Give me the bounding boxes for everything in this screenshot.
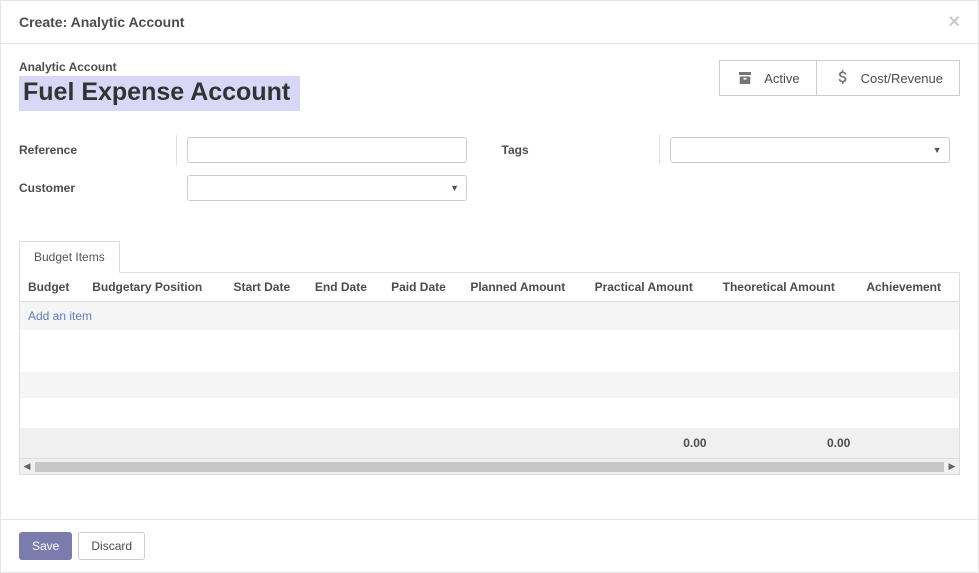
add-item-link[interactable]: Add an item [28,309,92,323]
customer-label: Customer [19,173,177,203]
form-grid: Reference Customer ▼ [19,135,960,211]
discard-button[interactable]: Discard [78,532,145,560]
reference-label: Reference [19,135,177,165]
scroll-right-icon[interactable]: ▶ [945,461,959,472]
budget-table-wrap: Budget Budgetary Position Start Date End… [19,273,960,475]
reference-input[interactable] [187,137,467,163]
tags-row: Tags ▼ [502,135,961,165]
th-paid-date[interactable]: Paid Date [383,273,462,302]
th-budgetary-position[interactable]: Budgetary Position [84,273,225,302]
spacer-row [20,398,960,428]
add-item-row: Add an item [20,302,960,331]
th-budget[interactable]: Budget [20,273,84,302]
archive-icon [736,69,754,87]
table-header-row: Budget Budgetary Position Start Date End… [20,273,960,302]
customer-select[interactable] [187,175,467,201]
save-button[interactable]: Save [19,532,72,560]
reference-row: Reference [19,135,478,165]
top-row: Analytic Account Fuel Expense Account Ac… [19,60,960,111]
tabs: Budget Items [19,241,960,273]
total-theoretical: 0.00 [715,428,859,458]
scroll-left-icon[interactable]: ◀ [20,461,34,472]
account-block: Analytic Account Fuel Expense Account [19,60,300,111]
form-col-right: Tags ▼ [502,135,961,211]
tags-label: Tags [502,135,660,165]
form-col-left: Reference Customer ▼ [19,135,478,211]
dialog-footer: Save Discard [1,519,978,572]
budget-table: Budget Budgetary Position Start Date End… [20,273,960,458]
th-achievement[interactable]: Achievement [858,273,960,302]
th-practical-amount[interactable]: Practical Amount [587,273,715,302]
cost-revenue-label: Cost/Revenue [861,71,943,86]
dollar-icon [833,69,851,87]
account-label: Analytic Account [19,60,300,74]
active-label: Active [764,71,799,86]
th-theoretical-amount[interactable]: Theoretical Amount [715,273,859,302]
scroll-thumb[interactable] [35,462,944,472]
active-button[interactable]: Active [720,61,815,95]
dialog-header: Create: Analytic Account × [1,1,978,44]
th-planned-amount[interactable]: Planned Amount [462,273,586,302]
dialog-title: Create: Analytic Account [19,14,184,30]
close-icon[interactable]: × [948,12,960,32]
spacer-row [20,330,960,372]
cost-revenue-button[interactable]: Cost/Revenue [816,61,959,95]
stat-buttons: Active Cost/Revenue [719,60,960,96]
tags-select[interactable] [670,137,950,163]
totals-row: 0.00 0.00 [20,428,960,458]
account-name-input[interactable]: Fuel Expense Account [19,76,300,111]
customer-row: Customer ▼ [19,173,478,203]
total-practical: 0.00 [587,428,715,458]
dialog-body: Analytic Account Fuel Expense Account Ac… [1,44,978,519]
dialog-create-analytic-account: Create: Analytic Account × Analytic Acco… [0,0,979,573]
th-end-date[interactable]: End Date [307,273,383,302]
band-row [20,372,960,398]
horizontal-scrollbar[interactable]: ◀ ▶ [20,458,959,474]
tab-budget-items[interactable]: Budget Items [19,241,120,273]
th-start-date[interactable]: Start Date [225,273,306,302]
